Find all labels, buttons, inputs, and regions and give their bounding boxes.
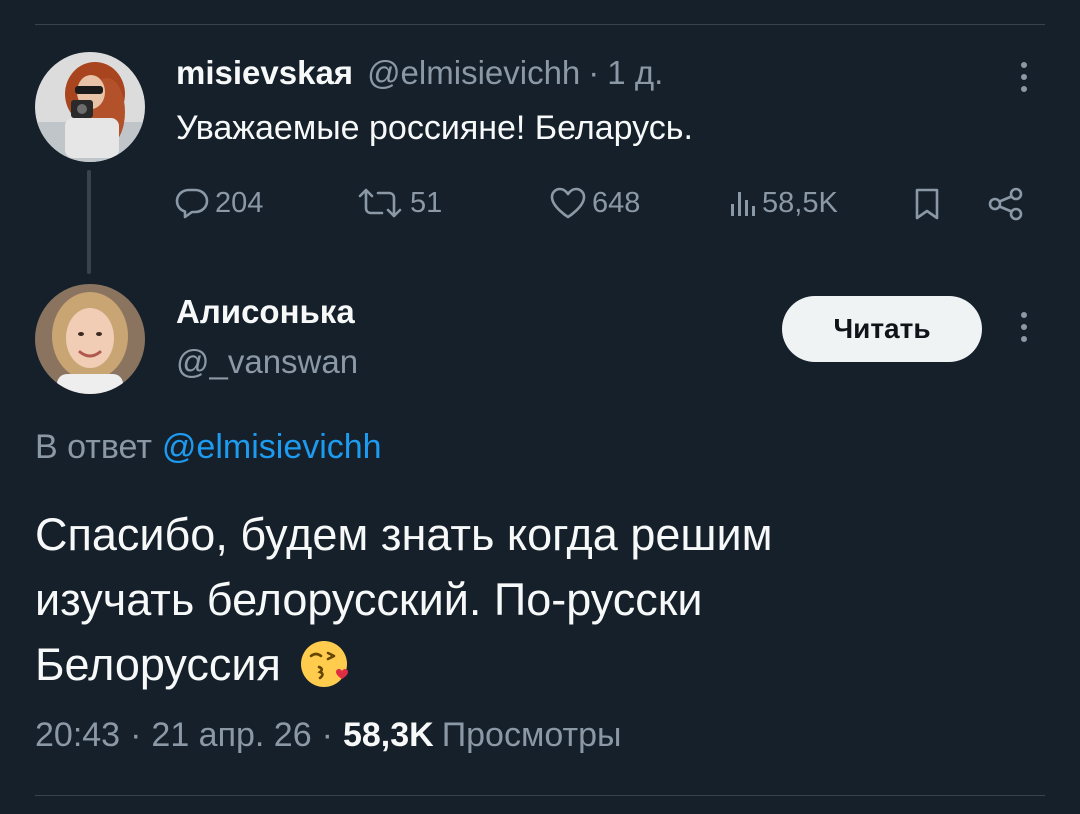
views-icon [731, 192, 755, 216]
tweet-meta: 20:43 · 21 апр. 26 · 58,3K Просмотры [35, 716, 621, 755]
bookmark-button[interactable] [912, 186, 946, 222]
reply-body-text: Спасибо, будем знать когда решим изучать… [35, 509, 773, 690]
bookmark-icon [915, 188, 939, 220]
follow-button[interactable]: Читать [782, 296, 982, 362]
tweet-views-label: Просмотры [441, 716, 622, 754]
reply-tweet-text: Спасибо, будем знать когда решим изучать… [35, 502, 915, 697]
reply-to-handle-link[interactable]: @elmisievichh [162, 428, 382, 466]
reply-icon [175, 188, 209, 219]
parent-avatar[interactable] [35, 52, 145, 162]
parent-tweet-text: Уважаемые россияне! Беларусь. [176, 109, 693, 147]
reply-action-button[interactable]: 204 [173, 186, 263, 220]
reply-handle[interactable]: @_vanswan [176, 343, 358, 381]
reply-display-name[interactable]: Алисонька [176, 293, 355, 331]
reply-avatar[interactable] [35, 284, 145, 394]
like-count: 648 [592, 186, 641, 219]
views-action-button[interactable]: 58,5K [728, 186, 838, 220]
retweet-action-button[interactable]: 51 [354, 186, 442, 220]
like-icon [550, 187, 586, 219]
bottom-divider [35, 795, 1045, 796]
meta-separator: · [321, 716, 333, 754]
parent-time[interactable]: 1 д. [607, 54, 663, 92]
parent-tweet-header: misievskaя @elmisievichh · 1 д. [176, 54, 663, 92]
face-blowing-a-kiss-emoji [301, 641, 349, 688]
parent-handle[interactable]: @elmisievichh [367, 54, 580, 92]
tweet-time[interactable]: 20:43 [35, 716, 120, 755]
more-icon[interactable] [1019, 62, 1029, 92]
views-count: 58,5K [762, 186, 838, 219]
parent-separator: · [588, 54, 600, 91]
thread-line [87, 170, 91, 274]
retweet-count: 51 [410, 186, 443, 219]
reply-count: 204 [215, 186, 264, 219]
more-icon[interactable] [1019, 312, 1029, 342]
parent-display-name[interactable]: misievskaя [176, 54, 353, 92]
top-divider [35, 24, 1045, 25]
tweet-views-count: 58,3K [342, 716, 434, 754]
like-action-button[interactable]: 648 [548, 186, 640, 220]
reply-to-line: В ответ @elmisievichh [35, 428, 382, 467]
share-icon [988, 187, 1023, 221]
reply-to-prefix: В ответ [35, 428, 152, 466]
share-button[interactable] [986, 186, 1030, 222]
meta-separator: · [130, 716, 142, 754]
retweet-icon [358, 188, 402, 218]
tweet-date[interactable]: 21 апр. 26 [151, 716, 311, 755]
